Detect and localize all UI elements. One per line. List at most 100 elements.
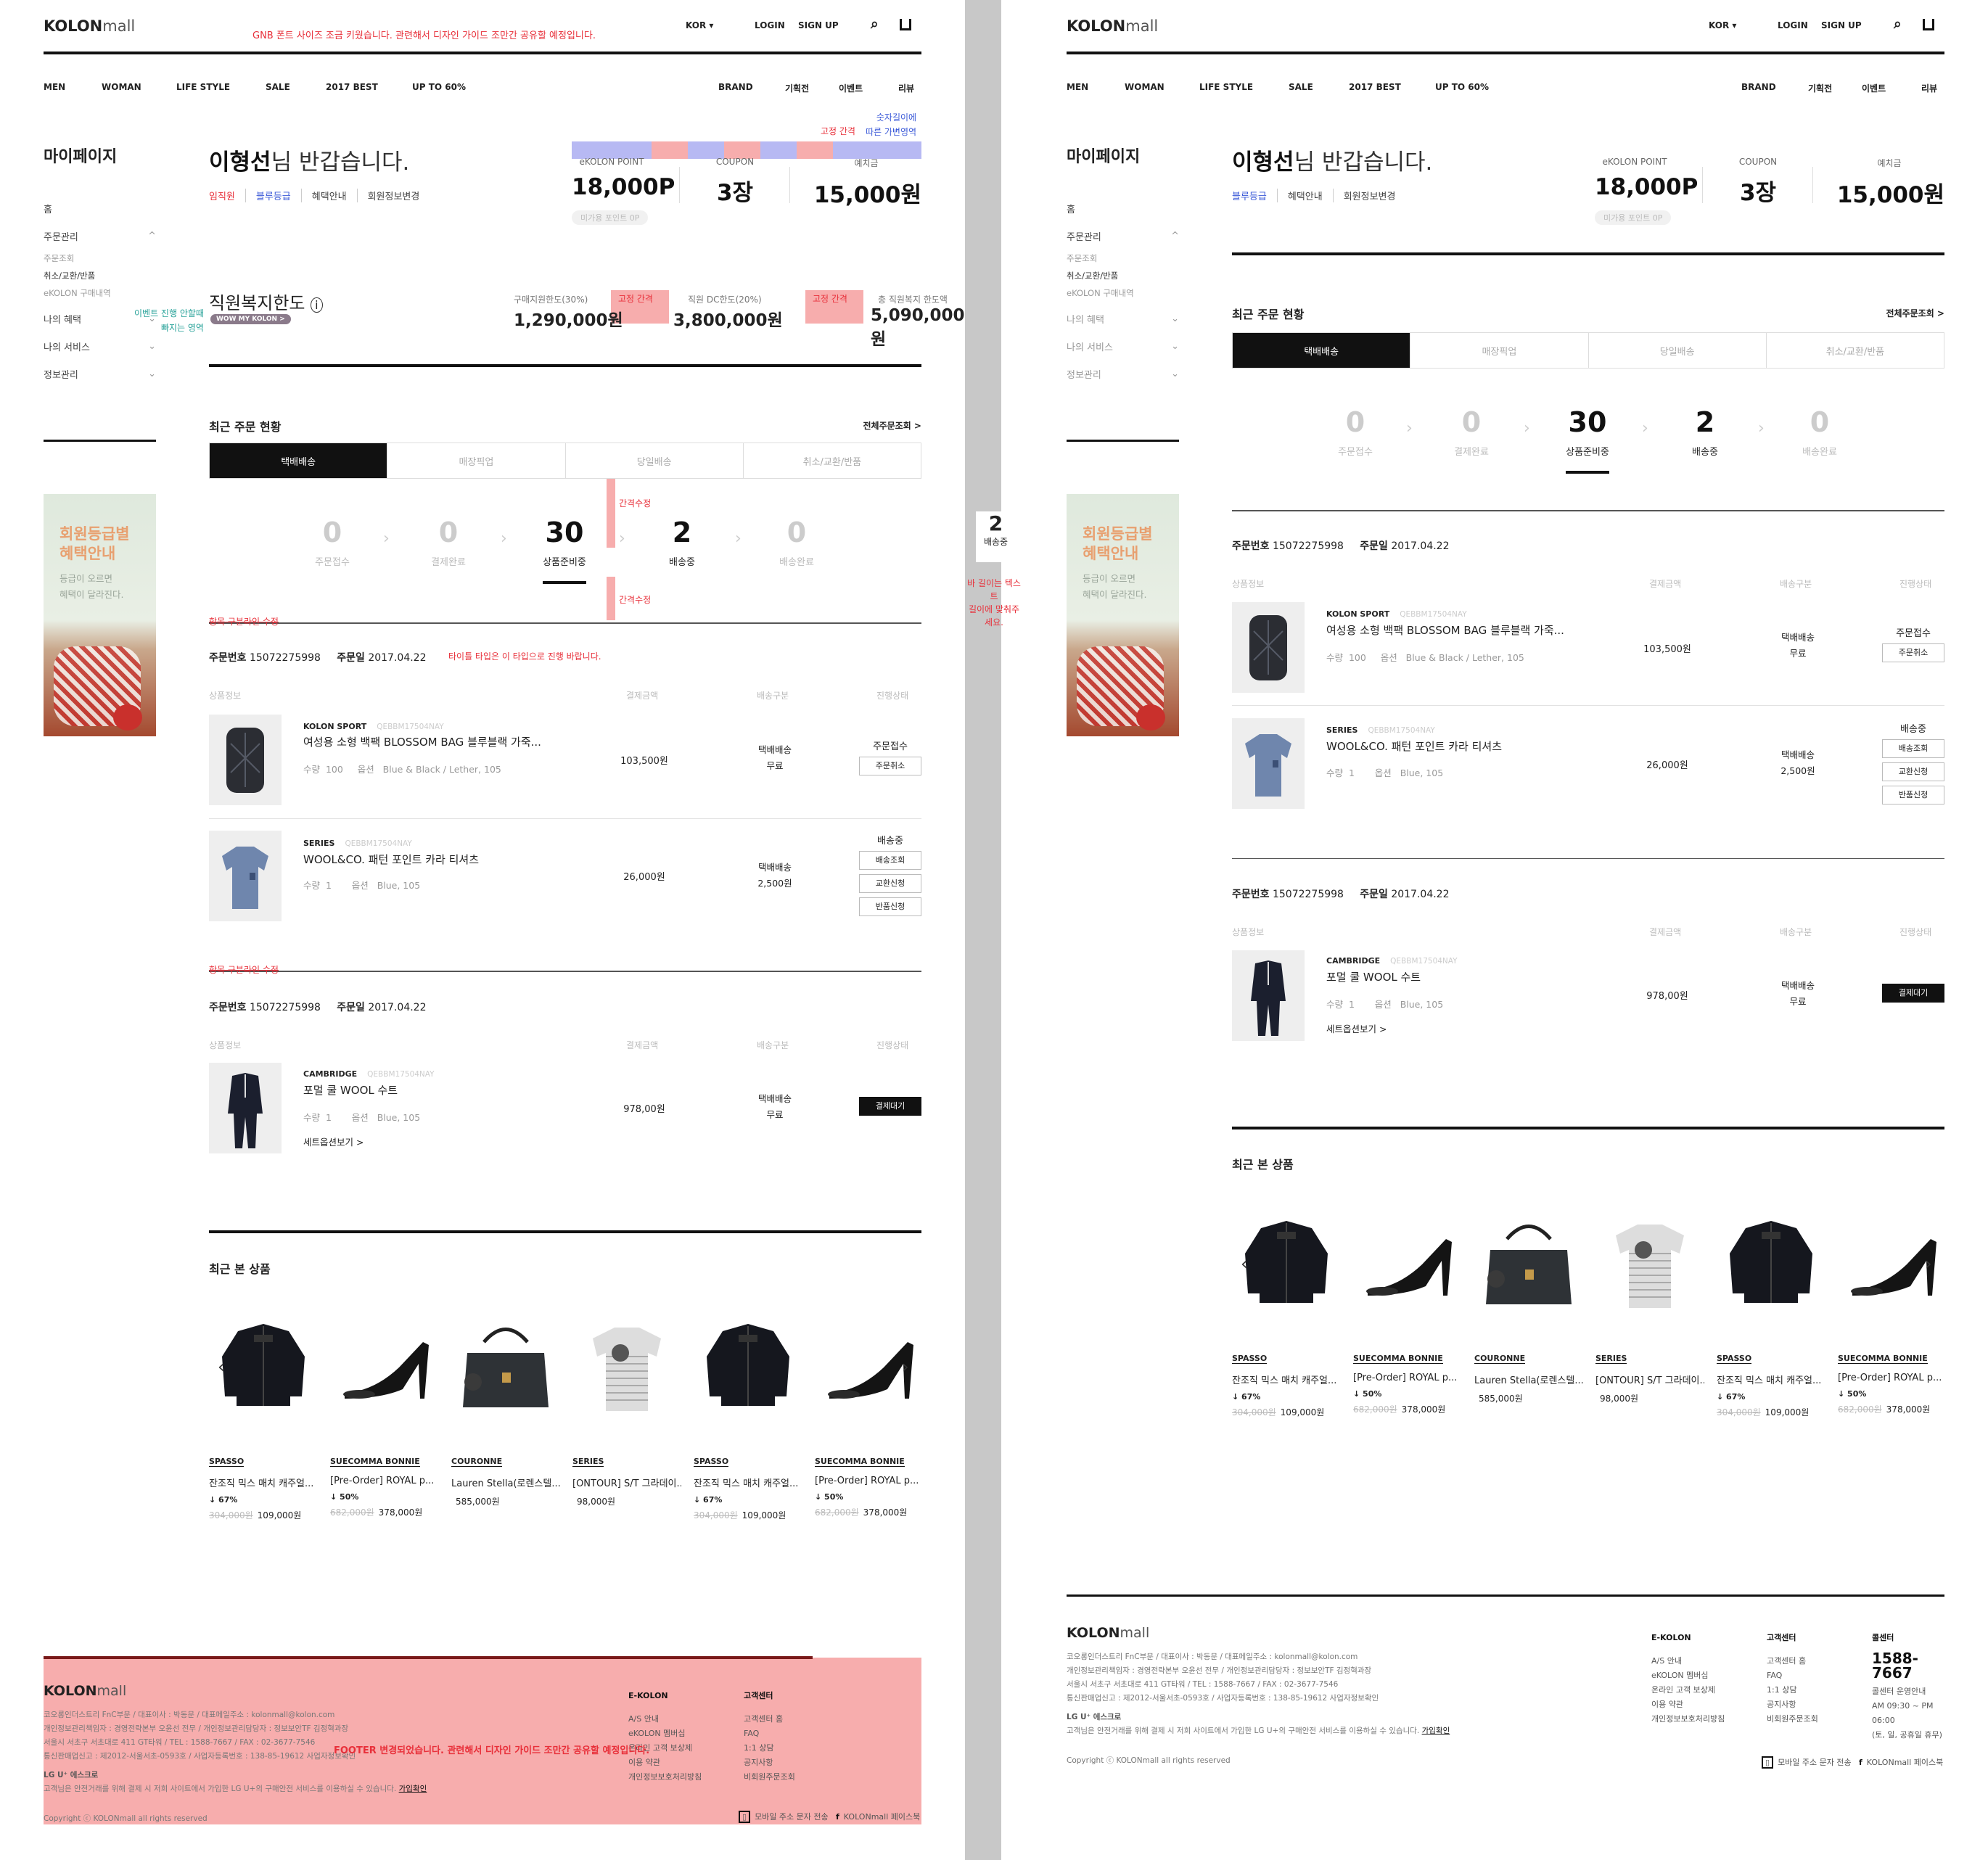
signup-link[interactable]: SIGN UP [798,20,839,30]
footer-link[interactable]: FAQ [1767,1668,1818,1683]
footer-link[interactable]: 이용 약관 [628,1756,702,1770]
tab-pickup[interactable]: 매장픽업 [1410,333,1587,368]
recent-item[interactable]: COURONNE Lauren Stella(로렌스텔... 585,000원 [1474,1210,1583,1404]
gnb-brand[interactable]: BRAND [1741,82,1776,92]
recent-item[interactable]: SUECOMMA BONNIE [Pre-Order] ROYAL p... ↓ 5… [1838,1210,1947,1415]
info-icon[interactable]: i [311,297,323,313]
signup-link[interactable]: SIGN UP [1821,20,1862,30]
sidebar-sub-cancel[interactable]: 취소/교환/반품 [44,267,156,284]
set-option-link[interactable]: 세트옵션보기 > [1326,1021,1387,1035]
edit-info-link[interactable]: 회원정보변경 [356,189,430,202]
cancel-order-button[interactable]: 주문취소 [859,757,921,775]
footer-link[interactable]: 비회원주문조회 [1767,1712,1818,1727]
exchange-button[interactable]: 교환신청 [1882,762,1944,781]
mobile-sms-link[interactable]: ▯ 모바일 주소 문자 전송 [739,1810,829,1824]
return-button[interactable]: 반품신청 [1882,786,1944,805]
escrow-link[interactable]: 가입확인 [399,1785,427,1793]
return-button[interactable]: 반품신청 [859,897,921,916]
search-icon[interactable]: ⌕ [871,16,879,32]
footer-link[interactable]: 1:1 상담 [1767,1683,1818,1698]
next-arrow-icon[interactable]: › [902,1357,909,1377]
point-ekolon[interactable]: eKOLON POINT 18,000P [1595,157,1698,200]
step-received[interactable]: 0 주문접수 [1305,406,1406,458]
footer-logo[interactable]: KOLONmall [1067,1625,1149,1641]
gnb-special[interactable]: 기획전 [785,82,809,94]
step-received[interactable]: 0 주문접수 [282,517,383,568]
step-paid[interactable]: 0 결제완료 [398,517,499,568]
point-ekolon[interactable]: eKOLON POINT 18,000P [572,157,675,200]
edit-info-link[interactable]: 회원정보변경 [1332,189,1406,202]
wow-badge[interactable]: WOW MY KOLON > [210,314,291,324]
gnb-best[interactable]: 2017 BEST [1349,82,1401,92]
sidebar-item-orders[interactable]: 주문관리 ^ [44,222,156,250]
product-thumb-shirt[interactable] [1232,718,1305,809]
sidebar-item-benefit[interactable]: 나의 혜택 ⌄ [1067,305,1179,332]
gnb-lifestyle[interactable]: LIFE STYLE [1199,82,1253,92]
cart-icon[interactable] [1923,19,1934,30]
footer-link[interactable]: eKOLON 멤버십 [628,1727,702,1741]
mobile-sms-link[interactable]: ▯ 모바일 주소 문자 전송 [1762,1756,1852,1770]
gnb-sale[interactable]: SALE [1289,82,1313,92]
step-preparing[interactable]: 30 상품준비중 [514,517,615,584]
product-thumb-shirt[interactable] [209,831,282,921]
sidebar-sub-ekolon[interactable]: eKOLON 구매내역 [44,284,156,302]
search-icon[interactable]: ⌕ [1894,16,1902,32]
cart-icon[interactable] [900,19,911,30]
recent-item[interactable]: SERIES [ONTOUR] S/T 그라데이... 98,000원 [572,1313,681,1507]
tab-cancel[interactable]: 취소/교환/반품 [742,443,921,478]
tab-cancel[interactable]: 취소/교환/반품 [1765,333,1944,368]
tab-pickup[interactable]: 매장픽업 [387,443,564,478]
product-name[interactable]: WOOL&CO. 패턴 포인트 카라 티셔츠 [303,852,479,867]
footer-link[interactable]: eKOLON 멤버십 [1651,1668,1725,1683]
gnb-woman[interactable]: WOMAN [1125,82,1165,92]
logo[interactable]: KOLONmall [44,17,135,35]
all-orders-link[interactable]: 전체주문조회 > [1886,307,1944,319]
step-delivered[interactable]: 0 배송완료 [746,517,847,568]
gnb-men[interactable]: MEN [1067,82,1088,92]
point-coupon[interactable]: COUPON 3장 [1733,157,1783,207]
prev-arrow-icon[interactable]: ‹ [218,1357,225,1377]
product-name[interactable]: 포멀 쿨 WOOL 수트 [303,1082,398,1098]
tab-delivery[interactable]: 택배배송 [210,443,387,478]
step-preparing[interactable]: 30 상품준비중 [1537,406,1638,474]
product-thumb-suit[interactable] [209,1063,282,1153]
prev-arrow-icon[interactable]: ‹ [1241,1254,1248,1274]
gnb-upto[interactable]: UP TO 60% [412,82,466,92]
all-orders-link[interactable]: 전체주문조회 > [863,419,921,432]
benefit-link[interactable]: 혜택안내 [1276,189,1333,202]
sidebar-item-home[interactable]: 홈 [1067,194,1179,222]
sidebar-item-home[interactable]: 홈 [44,194,156,222]
footer-link[interactable]: 개인정보보호처리방침 [1651,1712,1725,1727]
step-paid[interactable]: 0 결제완료 [1421,406,1522,458]
logo[interactable]: KOLONmall [1067,17,1158,35]
footer-link[interactable]: 이용 약관 [1651,1698,1725,1712]
lang-select[interactable]: KOR ▾ [686,20,713,30]
escrow-link[interactable]: 가입확인 [1422,1727,1450,1735]
sidebar-sub-cancel[interactable]: 취소/교환/반품 [1067,267,1179,284]
sidebar-item-service[interactable]: 나의 서비스 ⌄ [1067,332,1179,360]
gnb-men[interactable]: MEN [44,82,65,92]
footer-link[interactable]: 고객센터 홈 [744,1712,795,1727]
facebook-link[interactable]: f KOLONmall 페이스북 [836,1810,920,1824]
product-thumb-backpack[interactable] [209,715,282,805]
footer-link[interactable]: FAQ [744,1727,795,1741]
next-arrow-icon[interactable]: › [1925,1254,1932,1274]
gnb-review[interactable]: 리뷰 [898,82,914,94]
sidebar-sub-orders[interactable]: 주문조회 [1067,250,1179,267]
footer-link[interactable]: A/S 안내 [628,1712,702,1727]
track-button[interactable]: 배송조회 [859,851,921,870]
gnb-upto[interactable]: UP TO 60% [1435,82,1489,92]
grade-banner[interactable]: 회원등급별 혜택안내 등급이 오르면 혜택이 달라진다. [1067,494,1179,736]
footer-link[interactable]: 공지사항 [1767,1698,1818,1712]
recent-item[interactable]: SPASSO 잔조직 믹스 매치 캐주얼... ↓ 67% 304,000원 109,0… [209,1313,318,1521]
payment-wait-button[interactable]: 결제대기 [1882,984,1944,1003]
gnb-event[interactable]: 이벤트 [839,82,863,94]
tab-delivery[interactable]: 택배배송 [1233,333,1410,368]
point-deposit[interactable]: 예치금 15,000원 [811,157,921,209]
recent-item[interactable]: SPASSO 잔조직 믹스 매치 캐주얼... ↓ 67% 304,000원 109,0… [694,1313,802,1521]
payment-wait-button[interactable]: 결제대기 [859,1097,921,1116]
product-name[interactable]: 포멀 쿨 WOOL 수트 [1326,969,1421,984]
sidebar-item-info[interactable]: 정보관리 ⌄ [44,360,156,387]
recent-item[interactable]: SUECOMMA BONNIE [Pre-Order] ROYAL p... ↓ 5… [1353,1210,1462,1415]
cancel-order-button[interactable]: 주문취소 [1882,643,1944,662]
